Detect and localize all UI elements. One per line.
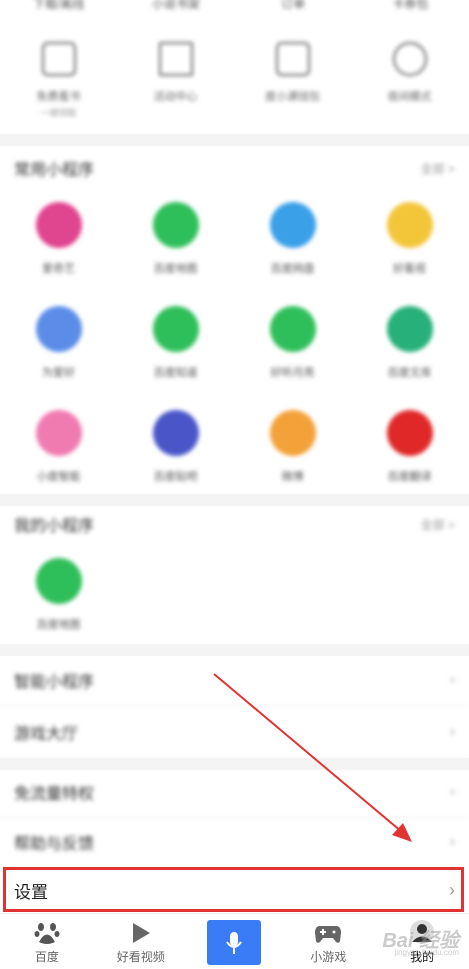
app-logo-icon xyxy=(269,410,316,456)
gamepad-icon xyxy=(315,926,342,943)
mini-program-item[interactable]: 百度地图 xyxy=(0,552,117,656)
mini-program-item[interactable]: 为爱好 xyxy=(0,300,117,404)
chevron-right-icon: › xyxy=(449,722,455,740)
shortcut-novel-shelf[interactable]: 小说书架 xyxy=(117,0,234,20)
app-logo-icon xyxy=(386,410,433,456)
shortcut-download[interactable]: 下载/离线 xyxy=(0,0,117,20)
app-logo-icon xyxy=(35,558,82,604)
watermark-url: jingyan.baidu.com xyxy=(394,948,459,957)
tools-row: 免费看书 一键领取 活动中心 度小满钱包 夜间模式 xyxy=(0,30,469,130)
chevron-right-icon: › xyxy=(449,670,455,688)
chevron-right-icon: › xyxy=(449,879,455,900)
app-label: 好看视 xyxy=(393,263,426,275)
tool-night-mode[interactable]: 夜间模式 xyxy=(351,30,468,130)
mini-program-item[interactable]: 好看视 xyxy=(351,196,468,300)
app-logo-icon xyxy=(386,306,433,352)
mini-program-item[interactable]: 微博 xyxy=(234,404,351,508)
app-label: 百度文库 xyxy=(387,367,432,379)
tab-baidu[interactable]: 百度 xyxy=(0,914,94,969)
app-label: 爱奇艺 xyxy=(42,263,75,275)
tool-free-books[interactable]: 免费看书 一键领取 xyxy=(0,30,117,130)
mini-program-item[interactable]: 百度贴吧 xyxy=(117,404,234,508)
common-mini-programs-header: 常用小程序 全部 > xyxy=(0,146,469,190)
mini-program-item[interactable]: 爱奇艺 xyxy=(0,196,117,300)
view-all-link[interactable]: 全部 > xyxy=(421,160,455,177)
section-title: 常用小程序 xyxy=(14,162,95,179)
list-item-free-data[interactable]: 免流量特权 › xyxy=(0,766,469,818)
app-label: 百度网盘 xyxy=(270,263,315,275)
mini-program-item[interactable]: 百度知道 xyxy=(117,300,234,404)
mini-program-item[interactable]: 小度智能 xyxy=(0,404,117,508)
app-logo-icon xyxy=(35,202,82,248)
app-logo-icon xyxy=(35,306,82,352)
app-label: 百度知道 xyxy=(153,367,198,379)
bag-icon xyxy=(41,42,76,76)
shortcut-coupons[interactable]: 卡券包 xyxy=(352,0,469,20)
tab-mini-games[interactable]: 小游戏 xyxy=(281,914,375,969)
app-logo-icon xyxy=(35,410,82,456)
flag-icon xyxy=(158,42,193,76)
app-label: 百度贴吧 xyxy=(153,471,198,483)
list-item-smart-mini-programs[interactable]: 智能小程序 › xyxy=(0,654,469,706)
mini-program-item[interactable]: 百度地图 xyxy=(117,196,234,300)
baidu-paw-icon xyxy=(34,923,60,944)
app-label: 小度智能 xyxy=(36,471,81,483)
top-shortcut-row: 下载/离线 小说书架 订单 卡券包 xyxy=(0,0,469,20)
mini-program-item[interactable]: 百度网盘 xyxy=(234,196,351,300)
play-icon xyxy=(132,923,150,943)
app-logo-icon xyxy=(152,202,199,248)
tool-activity-center[interactable]: 活动中心 xyxy=(117,30,234,130)
section-title: 我的小程序 xyxy=(14,518,95,535)
shortcut-orders[interactable]: 订单 xyxy=(235,0,352,20)
list-item-game-hall[interactable]: 游戏大厅 › xyxy=(0,706,469,758)
app-label: 为爱好 xyxy=(42,367,75,379)
app-logo-icon xyxy=(269,306,316,352)
app-label: 百度翻译 xyxy=(387,471,432,483)
my-mini-programs-header: 我的小程序 全部 > xyxy=(0,502,469,546)
app-logo-icon xyxy=(269,202,316,248)
chevron-right-icon: › xyxy=(449,782,455,800)
mini-program-item[interactable]: 百度文库 xyxy=(351,300,468,404)
tool-wallet[interactable]: 度小满钱包 xyxy=(234,30,351,130)
app-label: 百度地图 xyxy=(36,619,81,631)
section-divider xyxy=(0,134,469,146)
app-label: 百度地图 xyxy=(153,263,198,275)
settings-label: 设置 xyxy=(14,882,48,902)
chevron-right-icon: › xyxy=(449,832,455,850)
mic-button[interactable] xyxy=(207,920,262,965)
mic-icon xyxy=(226,931,243,954)
app-logo-icon xyxy=(152,306,199,352)
moon-icon xyxy=(392,42,427,76)
list-item-help-feedback[interactable]: 帮助与反馈 › xyxy=(0,816,469,868)
view-all-link[interactable]: 全部 > xyxy=(421,516,455,533)
mini-program-item[interactable]: 百度翻译 xyxy=(351,404,468,508)
app-logo-icon xyxy=(152,410,199,456)
app-label: 微博 xyxy=(281,471,304,483)
tab-voice-search[interactable] xyxy=(188,914,282,969)
common-mini-programs-grid: 爱奇艺 百度地图 百度网盘 好看视为爱好 百度知道 好听月亮 百度文库小度智能 百度贴吧 微博 百… xyxy=(0,196,469,508)
mini-program-item[interactable]: 好听月亮 xyxy=(234,300,351,404)
wallet-icon xyxy=(275,42,310,76)
my-mini-programs-grid: 百度地图 xyxy=(0,552,469,656)
app-logo-icon xyxy=(386,202,433,248)
settings-item[interactable]: 设置 › xyxy=(0,867,469,913)
tab-haokan-video[interactable]: 好看视频 xyxy=(94,914,188,969)
app-label: 好听月亮 xyxy=(270,367,315,379)
